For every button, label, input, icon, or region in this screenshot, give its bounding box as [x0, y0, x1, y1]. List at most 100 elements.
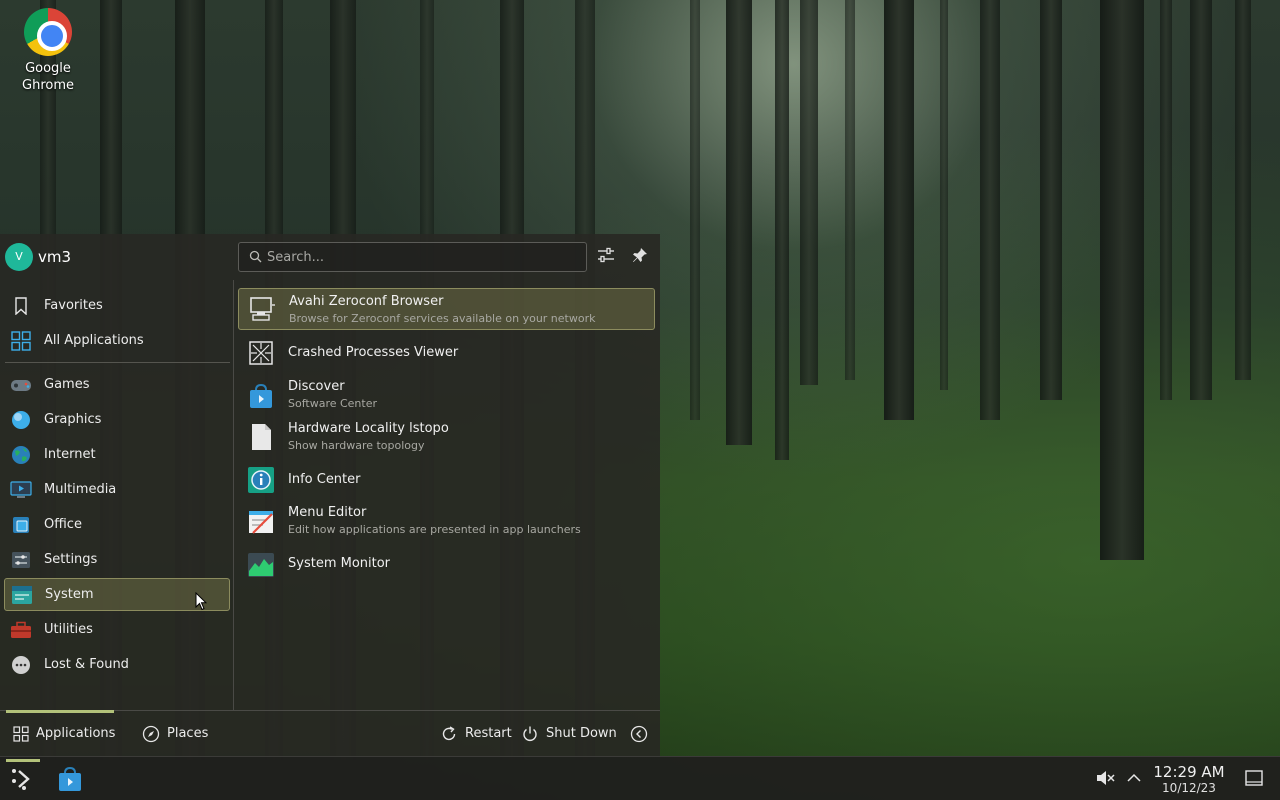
category-internet[interactable]: Internet: [4, 438, 230, 471]
clock-date: 10/12/23: [1162, 781, 1216, 795]
restart-button[interactable]: Restart: [440, 711, 512, 756]
system-monitor-icon: [247, 551, 275, 579]
app-info-center[interactable]: Info Center: [238, 458, 655, 500]
taskbar: 12:29 AM 10/12/23: [0, 756, 1280, 800]
app-menu-editor[interactable]: Menu Editor Edit how applications are pr…: [238, 500, 655, 542]
shutdown-label: Shut Down: [546, 726, 617, 741]
category-label: System: [45, 587, 94, 602]
app-name: System Monitor: [288, 556, 391, 571]
application-launcher-button[interactable]: [6, 759, 40, 798]
application-launcher: V vm3 Favorites: [0, 234, 660, 756]
office-icon: [10, 514, 32, 536]
app-avahi-zeroconf-browser[interactable]: Avahi Zeroconf Browser Browse for Zeroco…: [238, 288, 655, 330]
more-actions-button[interactable]: [630, 711, 648, 756]
graphics-icon: [10, 409, 32, 431]
discover-icon: [247, 382, 275, 410]
category-label: Office: [44, 517, 82, 532]
app-name: Avahi Zeroconf Browser: [289, 294, 444, 309]
app-name: Info Center: [288, 472, 361, 487]
kde-launcher-icon: [10, 767, 34, 791]
shutdown-button[interactable]: Shut Down: [521, 711, 617, 756]
avatar[interactable]: V: [5, 243, 33, 271]
configure-button[interactable]: [594, 245, 618, 269]
network-computer-icon: [248, 295, 276, 323]
app-name: Discover: [288, 379, 345, 394]
category-label: Settings: [44, 552, 98, 567]
search-input[interactable]: [267, 243, 582, 271]
settings-icon: [10, 549, 32, 571]
info-icon: [247, 466, 275, 494]
desktop-icon-label: Google Ghrome: [22, 61, 74, 93]
app-description: Show hardware topology: [288, 439, 425, 452]
category-label: Multimedia: [44, 482, 117, 497]
grid-icon: [13, 725, 29, 742]
category-office[interactable]: Office: [4, 508, 230, 541]
category-label: Utilities: [44, 622, 93, 637]
search-icon: [249, 250, 262, 267]
app-system-monitor[interactable]: System Monitor: [238, 544, 655, 586]
category-graphics[interactable]: Graphics: [4, 403, 230, 436]
username: vm3: [38, 248, 72, 266]
bookmark-icon: [10, 295, 32, 317]
category-lost-and-found[interactable]: Lost & Found: [4, 648, 230, 681]
category-settings[interactable]: Settings: [4, 543, 230, 576]
tab-applications[interactable]: Applications: [6, 710, 116, 756]
search-field[interactable]: [238, 242, 587, 272]
pin-icon: [632, 247, 648, 267]
show-desktop-icon: [1245, 770, 1263, 786]
app-discover[interactable]: Discover Software Center: [238, 374, 655, 416]
tab-places[interactable]: Places: [142, 711, 208, 756]
app-description: Browse for Zeroconf services available o…: [289, 312, 596, 325]
tab-label: Applications: [36, 726, 116, 741]
chrome-icon: [24, 8, 72, 56]
category-label: All Applications: [44, 333, 144, 348]
category-multimedia[interactable]: Multimedia: [4, 473, 230, 506]
app-description: Software Center: [288, 397, 378, 410]
globe-icon: [10, 444, 32, 466]
category-all-applications[interactable]: All Applications: [4, 324, 230, 357]
mouse-cursor-icon: [195, 591, 208, 615]
clock-time: 12:29 AM: [1153, 763, 1225, 781]
clock[interactable]: 12:29 AM 10/12/23: [1150, 763, 1228, 795]
crash-icon: [247, 339, 275, 367]
launcher-header: V vm3: [0, 234, 660, 280]
category-sidebar: Favorites All Applications Games Graphic…: [0, 280, 234, 710]
discover-icon: [56, 765, 84, 793]
restart-icon: [440, 725, 458, 743]
desktop-icon-chrome[interactable]: Google Ghrome: [12, 8, 84, 94]
multimedia-icon: [10, 479, 32, 501]
chevron-left-icon: [630, 725, 648, 743]
app-name: Hardware Locality lstopo: [288, 421, 449, 436]
menu-editor-icon: [247, 508, 275, 536]
app-name: Crashed Processes Viewer: [288, 345, 459, 360]
category-utilities[interactable]: Utilities: [4, 613, 230, 646]
restart-label: Restart: [465, 726, 512, 741]
grid-icon: [10, 330, 32, 352]
tray-expand-button[interactable]: [1123, 767, 1145, 789]
category-label: Games: [44, 377, 90, 392]
compass-icon: [142, 725, 160, 743]
tab-label: Places: [167, 726, 209, 741]
chevron-up-icon: [1127, 773, 1141, 783]
sidebar-divider: [5, 362, 230, 363]
pin-button[interactable]: [628, 245, 652, 269]
ellipsis-icon: [10, 654, 32, 676]
gamepad-icon: [10, 374, 32, 396]
category-games[interactable]: Games: [4, 368, 230, 401]
show-desktop-button[interactable]: [1243, 767, 1265, 789]
category-favorites[interactable]: Favorites: [4, 289, 230, 322]
category-label: Favorites: [44, 298, 103, 313]
power-icon: [521, 725, 539, 743]
category-label: Internet: [44, 447, 96, 462]
app-description: Edit how applications are presented in a…: [288, 523, 581, 536]
app-hardware-locality-lstopo[interactable]: Hardware Locality lstopo Show hardware t…: [238, 416, 655, 458]
app-name: Menu Editor: [288, 505, 367, 520]
taskbar-discover[interactable]: [56, 765, 84, 793]
app-crashed-processes-viewer[interactable]: Crashed Processes Viewer: [238, 332, 655, 374]
toolbox-icon: [10, 619, 32, 641]
volume-button[interactable]: [1094, 767, 1116, 789]
launcher-footer: Applications Places Restart Shut Down: [0, 710, 660, 756]
muted-speaker-icon: [1095, 769, 1115, 787]
document-icon: [247, 423, 275, 451]
category-label: Graphics: [44, 412, 102, 427]
